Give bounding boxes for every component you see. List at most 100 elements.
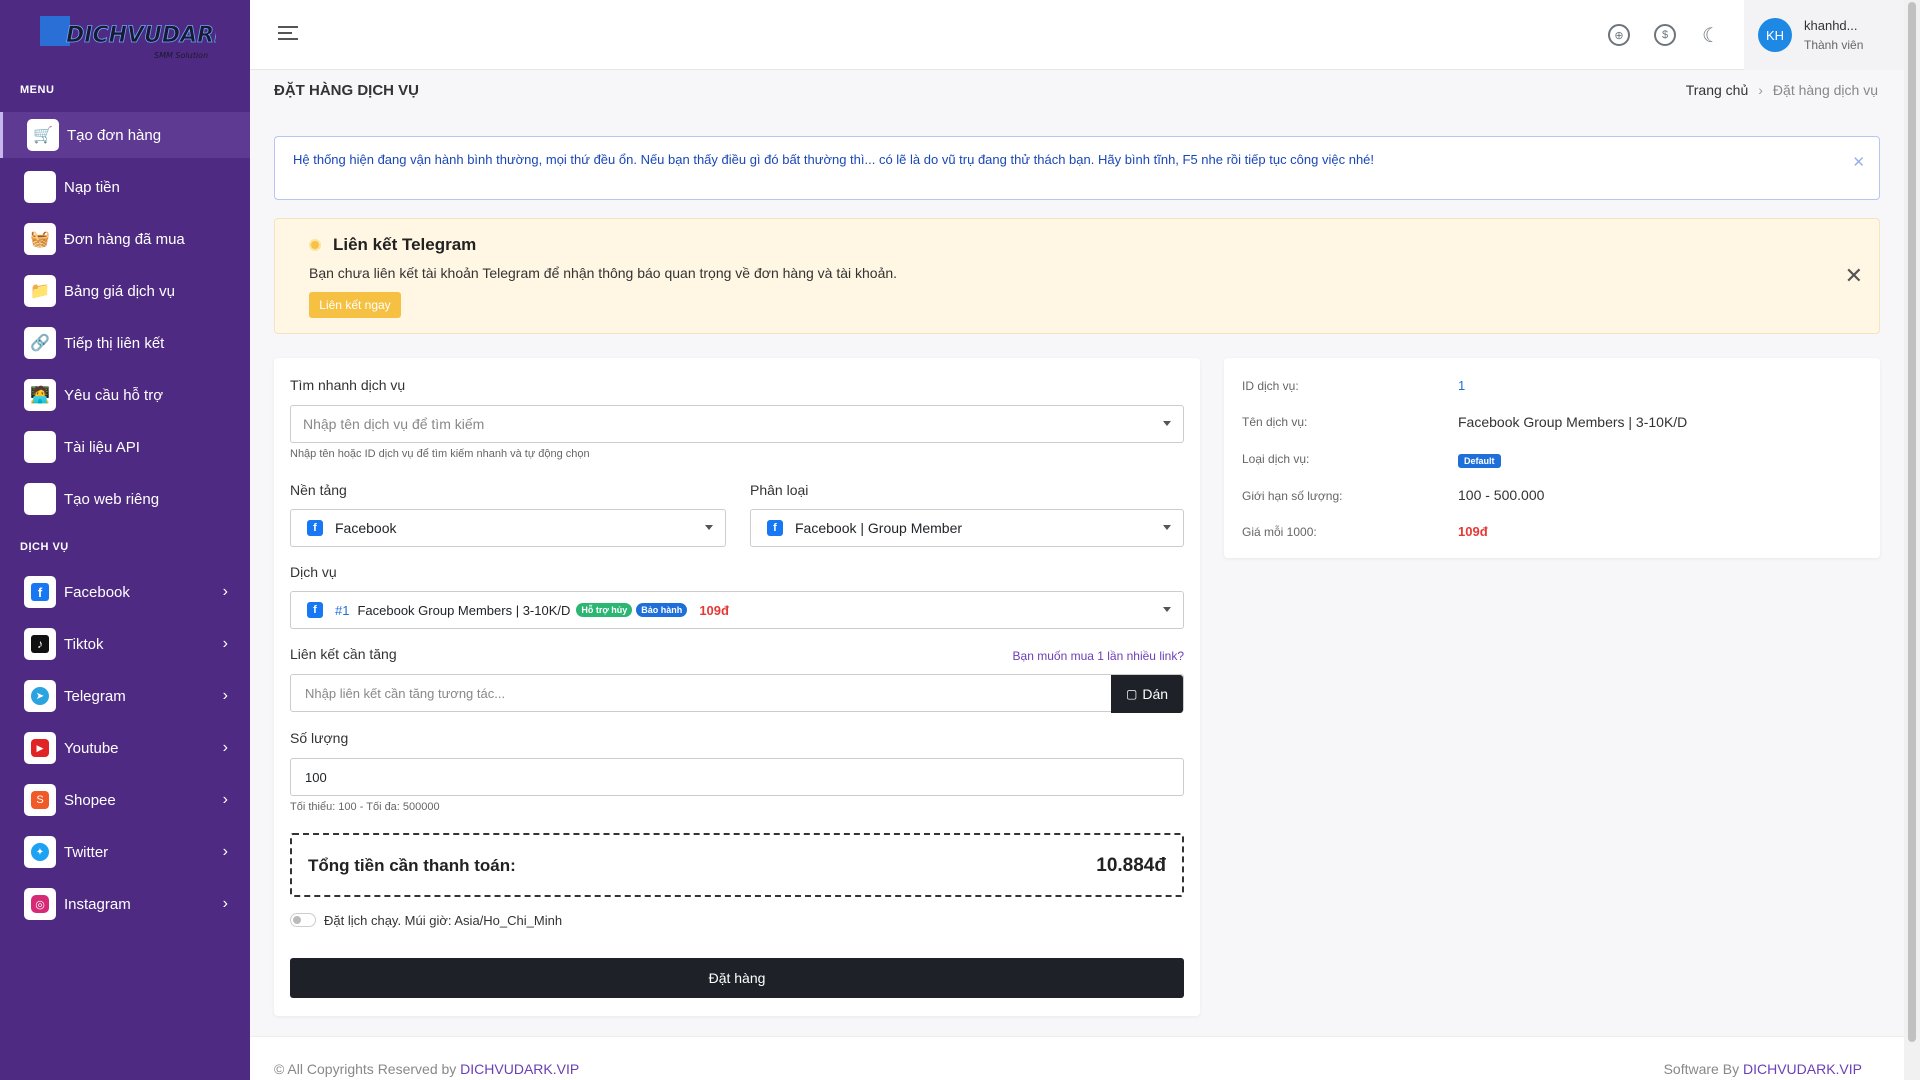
footer-copyright-text: © All Copyrights Reserved by: [274, 1061, 457, 1077]
chevron-right-icon: ›: [222, 583, 228, 600]
sidebar-item-tiktok[interactable]: ♪ Tiktok ›: [0, 621, 250, 667]
telegram-icon: ➤: [24, 680, 56, 712]
info-limit-label: Giới hạn số lượng:: [1242, 489, 1343, 503]
service-search-select[interactable]: Nhập tên dịch vụ để tìm kiếm: [290, 405, 1184, 443]
place-order-button[interactable]: Đặt hàng: [290, 958, 1184, 998]
sidebar-item-label: Bảng giá dịch vụ: [64, 282, 175, 300]
cart-icon: 🛒: [27, 119, 59, 151]
total-label: Tổng tiền cần thanh toán:: [308, 856, 516, 875]
link-placeholder: Nhập liên kết cần tăng tương tác...: [305, 685, 506, 701]
total-value: 10.884đ: [1096, 855, 1166, 876]
info-name-label: Tên dịch vụ:: [1242, 415, 1308, 429]
order-form-card: Tìm nhanh dịch vụ Nhập tên dịch vụ để tì…: [274, 358, 1200, 1016]
breadcrumb: Trang chủ › Đặt hàng dịch vụ: [1686, 82, 1878, 98]
service-section-title: DỊCH VỤ: [20, 541, 69, 553]
user-role: Thành viên: [1804, 38, 1864, 52]
sidebar-item-label: Instagram: [64, 895, 131, 913]
close-icon[interactable]: ✕: [1852, 153, 1865, 171]
category-label: Phân loại: [750, 482, 809, 498]
sidebar-item-label: Tạo đơn hàng: [67, 126, 162, 144]
quantity-hint: Tối thiểu: 100 - Tối đa: 500000: [290, 801, 440, 813]
system-status-alert: Hệ thống hiện đang vận hành bình thường,…: [274, 136, 1880, 200]
language-globe-icon[interactable]: ⊕: [1608, 24, 1630, 46]
bank-icon: 🏛: [24, 171, 56, 203]
sidebar-item-deposit[interactable]: 🏛 Nạp tiền: [0, 164, 250, 210]
info-price-value: 109đ: [1458, 524, 1488, 539]
platform-select[interactable]: f Facebook: [290, 509, 726, 547]
link-input[interactable]: Nhập liên kết cần tăng tương tác... ▢ Dán: [290, 674, 1184, 713]
quantity-input[interactable]: 100: [290, 758, 1184, 796]
sidebar-item-affiliate[interactable]: 🔗 Tiếp thị liên kết: [0, 320, 250, 366]
alert-text: Hệ thống hiện đang vận hành bình thường,…: [293, 152, 1375, 167]
multi-link-link[interactable]: Bạn muốn mua 1 lần nhiều link?: [1013, 649, 1184, 663]
chevron-right-icon: ›: [222, 791, 228, 808]
scrollbar-thumb[interactable]: [1908, 2, 1916, 1042]
chevron-down-icon: [1163, 607, 1171, 612]
terminal-icon: ▣: [24, 483, 56, 515]
search-hint: Nhập tên hoặc ID dịch vụ để tìm kiếm nha…: [290, 448, 590, 460]
service-price: 109đ: [699, 602, 729, 618]
notice-dot-icon: [309, 239, 321, 251]
breadcrumb-home[interactable]: Trang chủ: [1686, 82, 1749, 98]
sidebar-item-twitter[interactable]: ✦ Twitter ›: [0, 829, 250, 875]
menu-toggle-icon[interactable]: [278, 26, 298, 42]
sidebar-item-pricing[interactable]: 📁 Bảng giá dịch vụ: [0, 268, 250, 314]
sidebar-item-label: Telegram: [64, 687, 126, 705]
search-label: Tìm nhanh dịch vụ: [290, 377, 406, 393]
chevron-right-icon: ›: [222, 843, 228, 860]
platform-label: Nền tảng: [290, 482, 347, 498]
sidebar-item-label: Shopee: [64, 791, 116, 809]
basket-icon: 🧺: [24, 223, 56, 255]
user-menu[interactable]: KH khanhd... Thành viên: [1744, 0, 1904, 70]
chevron-right-icon: ›: [222, 687, 228, 704]
close-icon[interactable]: ✕: [1845, 263, 1863, 289]
svg-text:SMM Solution: SMM Solution: [154, 51, 208, 60]
chevron-right-icon: ›: [222, 635, 228, 652]
top-header: ⊕ $ ☾ KH khanhd... Thành viên: [250, 0, 1904, 70]
svg-text:DICHVUDARK.VIP: DICHVUDARK.VIP: [66, 23, 216, 48]
info-type-badge: Default: [1458, 454, 1501, 468]
sidebar-item-create-order[interactable]: 🛒 Tạo đơn hàng: [0, 112, 250, 158]
chevron-down-icon: [1163, 421, 1171, 426]
currency-icon[interactable]: $: [1654, 24, 1676, 46]
facebook-icon: f: [767, 520, 783, 536]
sidebar-item-support[interactable]: 🧑‍💻 Yêu cầu hỗ trợ: [0, 372, 250, 418]
sidebar-item-api-docs[interactable]: ⚙ Tài liệu API: [0, 424, 250, 470]
dark-mode-moon-icon[interactable]: ☾: [1700, 24, 1722, 47]
info-limit-value: 100 - 500.000: [1458, 487, 1545, 503]
platform-value: Facebook: [335, 520, 397, 536]
schedule-toggle[interactable]: [290, 913, 316, 927]
schedule-label: Đặt lịch chạy. Múi giờ: Asia/Ho_Chi_Minh: [324, 913, 563, 928]
sidebar-item-youtube[interactable]: ▶ Youtube ›: [0, 725, 250, 771]
sidebar-item-label: Đơn hàng đã mua: [64, 230, 185, 248]
api-icon: ⚙: [24, 431, 56, 463]
page-scrollbar[interactable]: [1904, 0, 1920, 1080]
paste-button[interactable]: ▢ Dán: [1111, 675, 1183, 713]
info-price-label: Giá mỗi 1000:: [1242, 525, 1317, 539]
breadcrumb-separator: ›: [1758, 82, 1763, 98]
site-logo[interactable]: DICHVUDARK.VIP SMM Solution: [36, 12, 216, 62]
service-info-card: ID dịch vụ: 1 Tên dịch vụ: Facebook Grou…: [1224, 358, 1880, 558]
chevron-down-icon: [705, 525, 713, 530]
sidebar-item-label: Tiếp thị liên kết: [64, 334, 165, 352]
footer-software-link[interactable]: DICHVUDARK.VIP: [1743, 1061, 1862, 1077]
facebook-icon: f: [307, 602, 323, 618]
sidebar: DICHVUDARK.VIP SMM Solution MENU 🛒 Tạo đ…: [0, 0, 250, 1080]
quantity-value: 100: [305, 769, 327, 785]
clipboard-icon: ▢: [1125, 687, 1138, 701]
sidebar-item-shopee[interactable]: S Shopee ›: [0, 777, 250, 823]
category-select[interactable]: f Facebook | Group Member: [750, 509, 1184, 547]
sidebar-item-own-website[interactable]: ▣ Tạo web riêng: [0, 476, 250, 522]
service-select[interactable]: f #1 Facebook Group Members | 3-10K/D Hỗ…: [290, 591, 1184, 629]
footer-site-link[interactable]: DICHVUDARK.VIP: [460, 1061, 579, 1077]
sidebar-item-orders[interactable]: 🧺 Đơn hàng đã mua: [0, 216, 250, 262]
link-telegram-button[interactable]: Liên kết ngay: [309, 292, 401, 318]
sidebar-item-label: Yêu cầu hỗ trợ: [64, 386, 164, 404]
quantity-label: Số lượng: [290, 730, 349, 746]
sidebar-item-telegram[interactable]: ➤ Telegram ›: [0, 673, 250, 719]
telegram-notice-desc: Bạn chưa liên kết tài khoản Telegram để …: [309, 265, 898, 281]
sidebar-item-facebook[interactable]: f Facebook ›: [0, 569, 250, 615]
link-icon: 🔗: [24, 327, 56, 359]
sidebar-item-instagram[interactable]: ◎ Instagram ›: [0, 881, 250, 927]
youtube-icon: ▶: [24, 732, 56, 764]
